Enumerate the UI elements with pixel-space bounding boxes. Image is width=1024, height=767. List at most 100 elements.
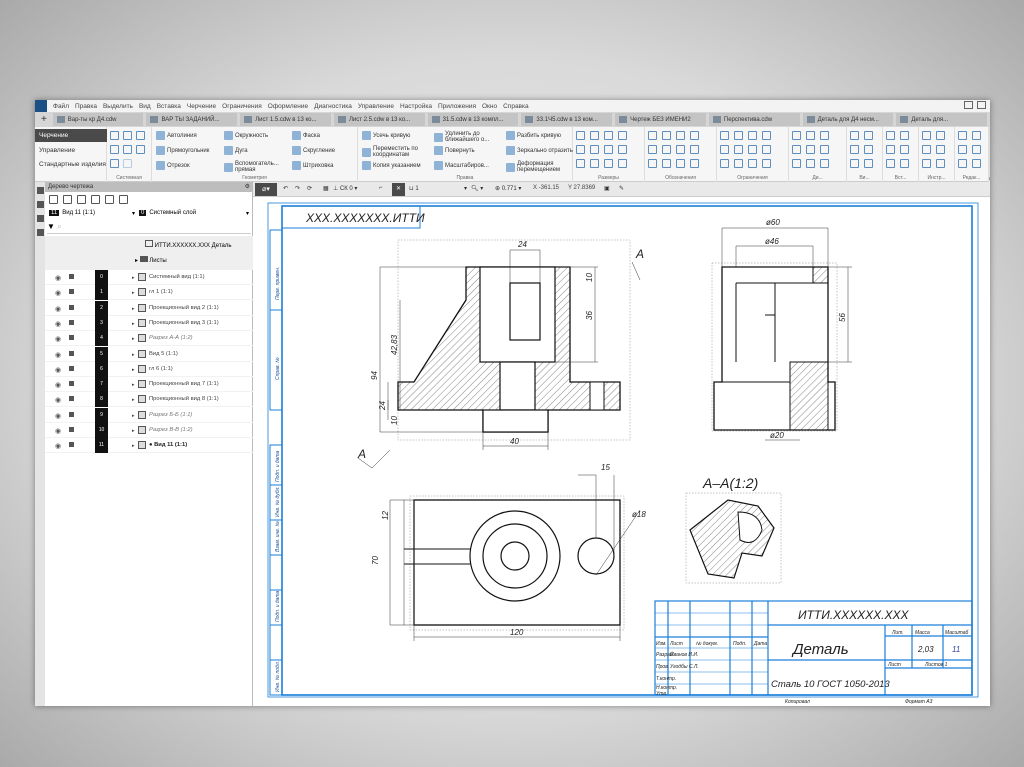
expand-arrow-icon[interactable]: ▸ [132,413,135,419]
tree-sheets-node[interactable]: ▸ Листы [135,256,167,264]
tree-view-item[interactable]: ◉ 3 ▸ Проекционный вид 3 (1:1) [45,315,253,331]
ribbon-command[interactable]: Переместить по координатам [362,146,431,158]
expand-arrow-icon[interactable]: ▸ [132,321,135,327]
visibility-eye-icon[interactable]: ◉ [55,442,61,450]
save-icon[interactable] [136,131,145,140]
lock-icon[interactable] [69,381,74,387]
undo-icon[interactable] [110,159,119,168]
mode-drafting[interactable]: Черчение [35,129,107,142]
expand-arrow-icon[interactable]: ▸ [132,275,135,281]
tool-icon[interactable] [806,159,815,168]
tool-icon[interactable] [792,145,801,154]
lock-icon[interactable] [69,365,74,371]
ribbon-command[interactable]: Разбить кривую [506,131,575,140]
tool-icon[interactable] [648,131,657,140]
tree-filter-input[interactable]: ▼ ⌕ [47,222,251,234]
tool-icon[interactable] [958,159,967,168]
zoom-scale-select[interactable]: ⊕ 0.771 ▾ [495,185,521,192]
save-as-icon[interactable] [136,145,145,154]
visibility-eye-icon[interactable]: ◉ [55,335,61,343]
tool-icon[interactable] [576,131,585,140]
tool-icon[interactable] [820,145,829,154]
document-tab[interactable]: Лист 2.5.cdw в 13 ко... [333,113,425,126]
eraser-tool-button[interactable]: ⌀▾ [255,183,277,196]
menu-item-13[interactable]: Справка [503,103,529,110]
tool-icon[interactable] [648,145,657,154]
tool-icon[interactable] [762,145,771,154]
menu-item-6[interactable]: Ограничения [222,103,262,110]
tool-icon[interactable] [850,145,859,154]
new-document-button[interactable]: + [35,114,53,125]
tool-icon[interactable] [936,131,945,140]
open-file-icon[interactable] [123,131,132,140]
tree-view-item[interactable]: ◉ 1 ▸ гл 1 (1:1) [45,285,253,301]
tool-icon[interactable] [720,159,729,168]
visibility-eye-icon[interactable]: ◉ [55,396,61,404]
tool-icon[interactable] [618,145,627,154]
tool-icon[interactable] [820,159,829,168]
tool-icon[interactable] [676,145,685,154]
ribbon-command[interactable]: Масштабиров... [434,161,503,170]
tool-icon[interactable] [662,131,671,140]
tool-icon[interactable] [936,145,945,154]
tree-icon[interactable] [36,201,44,208]
visibility-eye-icon[interactable]: ◉ [55,274,61,282]
ribbon-command[interactable]: Зеркально отразить [506,146,575,155]
menu-item-2[interactable]: Выделить [103,103,133,110]
tool-icon[interactable] [690,145,699,154]
tool-icon[interactable] [886,145,895,154]
tool-icon[interactable] [922,159,931,168]
ribbon-command[interactable]: Усечь кривую [362,131,431,140]
tree-view-item[interactable]: ◉ 7 ▸ Проекционный вид 7 (1:1) [45,377,253,393]
tool-icon[interactable] [618,159,627,168]
lock-icon[interactable] [69,350,74,356]
document-tab[interactable]: Перспектива.cdw [708,113,800,126]
ribbon-command[interactable]: Прямоугольник [156,146,221,155]
tool-icon[interactable] [850,159,859,168]
ribbon-command[interactable]: Фаска [292,131,357,140]
document-tab[interactable]: Лист 1.5.cdw в 13 ко... [240,113,331,126]
tool-icon[interactable] [676,131,685,140]
lock-icon[interactable] [69,396,74,402]
settings-gear-icon[interactable]: ⚙ [245,182,250,192]
layer-select[interactable]: ⊔ 1 ▾ [409,185,467,192]
tree-root-document[interactable]: ИТТИ.XXXXXX.XXX Деталь [145,240,251,249]
tool-icon[interactable] [972,159,981,168]
tool-icon[interactable] [748,131,757,140]
document-tab[interactable]: Деталь для Д4 несм... [802,113,894,126]
lock-icon[interactable] [69,442,74,448]
mode-standard-parts[interactable]: Стандартные изделия [35,158,107,171]
pipette-icon[interactable]: ✎ [619,185,624,192]
tool-icon[interactable] [922,131,931,140]
tool-icon[interactable] [886,131,895,140]
menu-item-9[interactable]: Управление [358,103,394,110]
coordinate-system-select[interactable]: ⊥ СК 0 ▾ [333,185,357,192]
tool-icon[interactable] [864,131,873,140]
preview-icon[interactable] [123,145,132,154]
ribbon-command[interactable]: Отрезок [156,161,221,170]
expand-arrow-icon[interactable]: ▸ [132,290,135,296]
tree-view-item[interactable]: ◉ 6 ▸ гл 6 (1:1) [45,361,253,377]
tool-icon[interactable] [720,145,729,154]
menu-item-12[interactable]: Окно [482,103,497,110]
expand-arrow-icon[interactable]: ▸ [132,367,135,373]
visibility-eye-icon[interactable]: ◉ [55,289,61,297]
tree-refresh-icon[interactable] [119,195,128,204]
tool-icon[interactable] [576,145,585,154]
document-tab[interactable]: Чертеж БЕЗ ИМЕНИ2 [615,113,706,126]
visibility-eye-icon[interactable]: ◉ [55,427,61,435]
tool-icon[interactable] [900,145,909,154]
tile-button[interactable] [977,101,986,109]
tool-icon[interactable] [864,159,873,168]
menu-item-11[interactable]: Приложения [438,103,476,110]
ribbon-command[interactable]: Скругление [292,146,357,155]
ortho-icon[interactable]: ⌐ [379,185,383,191]
visibility-eye-icon[interactable]: ◉ [55,412,61,420]
refresh-view-icon[interactable]: ⟳ [307,185,312,192]
tool-icon[interactable] [936,159,945,168]
tool-icon[interactable] [590,145,599,154]
document-tab[interactable]: Деталь для... [896,113,988,126]
tool-icon[interactable] [958,131,967,140]
ribbon-command[interactable]: Окружность [224,131,289,140]
tool-icon[interactable] [690,159,699,168]
